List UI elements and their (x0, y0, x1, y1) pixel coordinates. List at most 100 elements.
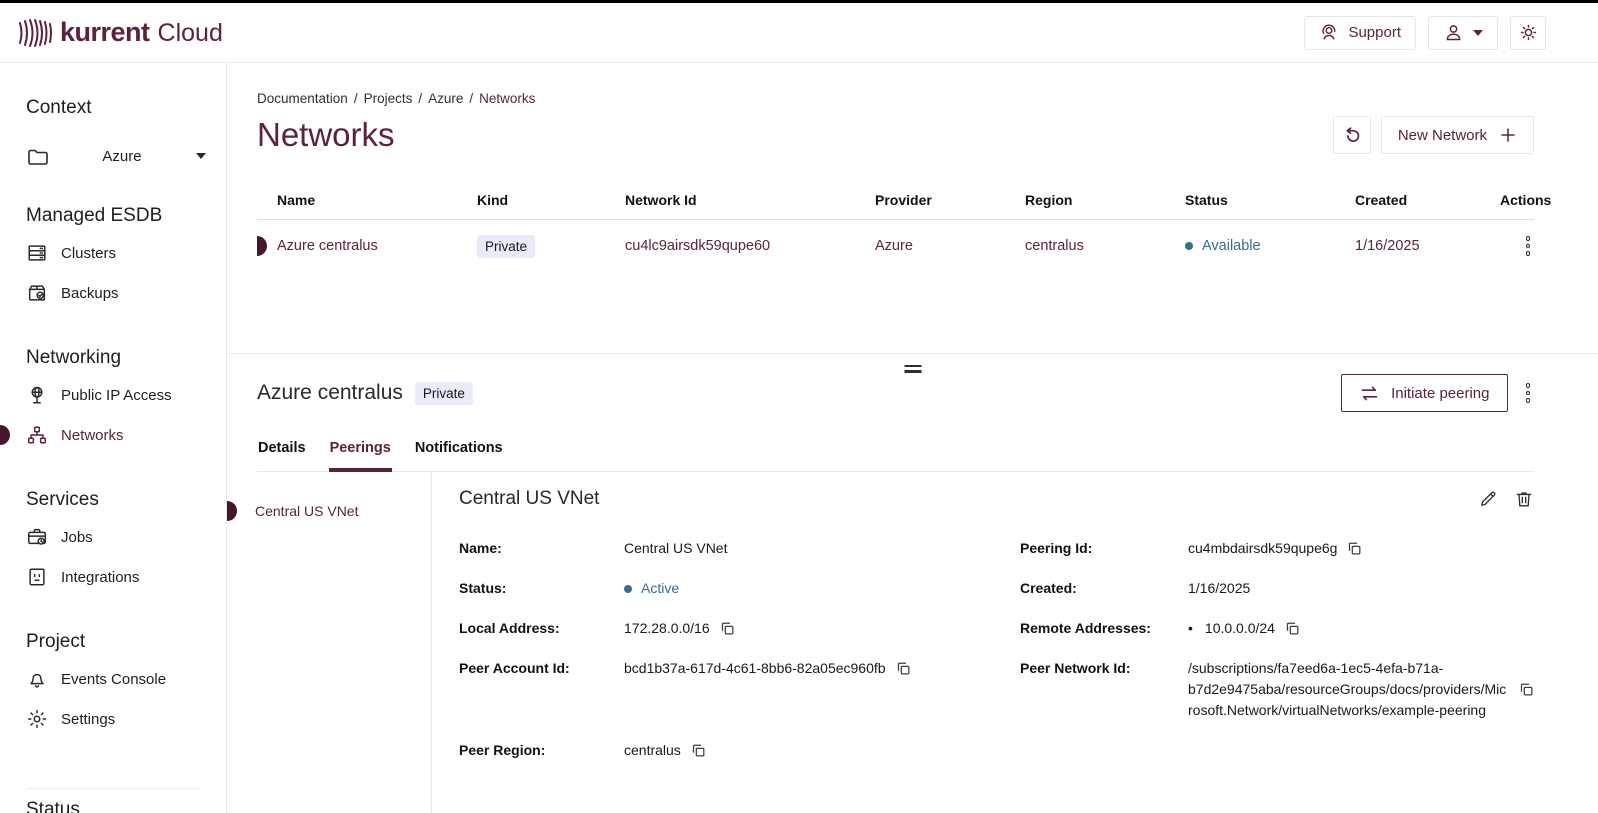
status-dot (624, 585, 632, 593)
status-badge: Available (1202, 238, 1261, 254)
support-button[interactable]: Support (1304, 16, 1416, 50)
networks-section: Documentation/Projects/Azure/Networks Ne… (227, 63, 1598, 353)
app-header: kurrent Cloud Support (0, 3, 1598, 63)
table-row[interactable]: Azure centralus Private cu4lc9airsdk59qu… (257, 220, 1534, 272)
networks-table-header: Name Kind Network Id Provider Region Sta… (257, 180, 1534, 220)
col-actions: Actions (1500, 192, 1551, 208)
peering-detail: Central US VNet (432, 472, 1598, 813)
field-value-peer-region: centralus (624, 740, 681, 761)
sidebar-item-label: Backups (61, 285, 119, 302)
sidebar-item-public-ip-access[interactable]: Public IP Access (0, 375, 226, 415)
tab-details[interactable]: Details (257, 434, 307, 472)
detail-kebab-icon[interactable] (1522, 379, 1535, 407)
tab-peerings[interactable]: Peerings (329, 434, 392, 472)
col-created: Created (1355, 192, 1500, 208)
field-value-local-address: 172.28.0.0/16 (624, 618, 710, 639)
new-network-button[interactable]: New Network (1381, 116, 1534, 154)
support-label: Support (1348, 24, 1401, 41)
support-headset-icon (1319, 23, 1339, 43)
row-actions-kebab-icon[interactable] (1522, 232, 1535, 260)
panel-resize-handle[interactable] (902, 363, 923, 375)
field-value-remote-addresses: 10.0.0.0/24 (1205, 618, 1275, 639)
field-label-peer-account-id: Peer Account Id: (459, 658, 624, 678)
sidebar-item-networks[interactable]: Networks (0, 415, 226, 455)
briefcase-clock-icon (26, 526, 48, 548)
field-value-created: 1/16/2025 (1188, 578, 1534, 599)
breadcrumb: Documentation/Projects/Azure/Networks (257, 91, 1534, 106)
plus-icon (1499, 126, 1517, 144)
backups-icon (26, 282, 48, 304)
breadcrumb-item-azure[interactable]: Azure (428, 91, 463, 106)
services-heading: Services (26, 489, 226, 511)
logo-brand-text: kurrent (60, 17, 150, 48)
sidebar-item-settings[interactable]: Settings (0, 699, 226, 739)
swap-arrows-icon (1359, 383, 1380, 404)
col-region: Region (1025, 192, 1185, 208)
field-label-status: Status: (459, 578, 624, 598)
copy-icon[interactable] (1519, 682, 1534, 697)
sidebar-item-backups[interactable]: Backups (0, 273, 226, 313)
logo-suffix-text: Cloud (158, 19, 223, 48)
sidebar-item-label: Networks (61, 427, 124, 444)
user-menu-button[interactable] (1428, 16, 1498, 50)
field-value-peering-id: cu4mbdairsdk59qupe6g (1188, 538, 1337, 559)
sidebar-item-jobs[interactable]: Jobs (0, 517, 226, 557)
gear-icon (26, 708, 48, 730)
kurrent-waves-icon (18, 17, 52, 49)
status-dot (1185, 242, 1193, 250)
peering-fields: Name: Central US VNet Peering Id: cu4mbd… (459, 538, 1534, 761)
context-heading: Context (26, 97, 226, 119)
project-heading: Project (26, 631, 226, 653)
peering-list-item[interactable]: Central US VNet (227, 494, 431, 528)
sidebar-item-events-console[interactable]: Events Console (0, 659, 226, 699)
peering-list-item-label: Central US VNet (255, 503, 358, 519)
breadcrumb-item-documentation[interactable]: Documentation (257, 91, 348, 106)
col-name: Name (277, 192, 477, 208)
edit-pencil-icon[interactable] (1478, 489, 1498, 509)
peering-heading: Central US VNet (459, 488, 599, 510)
outlet-icon (26, 566, 48, 588)
sidebar-item-label: Integrations (61, 569, 139, 586)
selected-row-indicator (257, 236, 267, 256)
clusters-icon (26, 242, 48, 264)
selected-peering-indicator (227, 501, 237, 521)
field-label-peer-region: Peer Region: (459, 740, 624, 760)
status-section: Status (0, 788, 226, 813)
status-heading: Status (26, 799, 226, 813)
networking-heading: Networking (26, 347, 226, 369)
theme-toggle-button[interactable] (1510, 16, 1546, 50)
context-selected-value: Azure (48, 148, 196, 165)
col-provider: Provider (875, 192, 1025, 208)
sidebar-item-label: Jobs (61, 529, 93, 546)
context-selector[interactable]: Azure (26, 145, 206, 167)
field-label-peer-network-id: Peer Network Id: (1020, 658, 1188, 678)
initiate-peering-button[interactable]: Initiate peering (1341, 374, 1507, 412)
field-label-peering-id: Peering Id: (1020, 538, 1188, 558)
delete-trash-icon[interactable] (1514, 489, 1534, 509)
copy-icon[interactable] (720, 621, 735, 636)
refresh-button[interactable] (1333, 116, 1371, 154)
bell-icon (26, 668, 48, 690)
network-hierarchy-icon (26, 424, 48, 446)
sidebar-item-integrations[interactable]: Integrations (0, 557, 226, 597)
col-kind: Kind (477, 192, 625, 208)
copy-icon[interactable] (1347, 541, 1362, 556)
kurrent-cloud-logo[interactable]: kurrent Cloud (18, 17, 223, 49)
page-title: Networks (257, 116, 395, 154)
active-indicator (0, 425, 10, 445)
folder-icon (26, 145, 48, 167)
sidebar-item-label: Events Console (61, 671, 166, 688)
sidebar-item-clusters[interactable]: Clusters (0, 233, 226, 273)
cell-provider: Azure (875, 238, 1025, 254)
sidebar-divider (26, 788, 200, 789)
field-value-peer-network-id: /subscriptions/fa7eed6a-1ec5-4efa-b71a-b… (1188, 658, 1509, 721)
cell-name[interactable]: Azure centralus (277, 238, 477, 254)
copy-icon[interactable] (691, 743, 706, 758)
tab-notifications[interactable]: Notifications (414, 434, 504, 472)
field-label-created: Created: (1020, 578, 1188, 598)
copy-icon[interactable] (896, 661, 911, 676)
sidebar: Context Azure Managed ESDB Clusters (0, 63, 227, 813)
chevron-down-icon (196, 153, 206, 159)
breadcrumb-item-projects[interactable]: Projects (364, 91, 413, 106)
copy-icon[interactable] (1285, 621, 1300, 636)
